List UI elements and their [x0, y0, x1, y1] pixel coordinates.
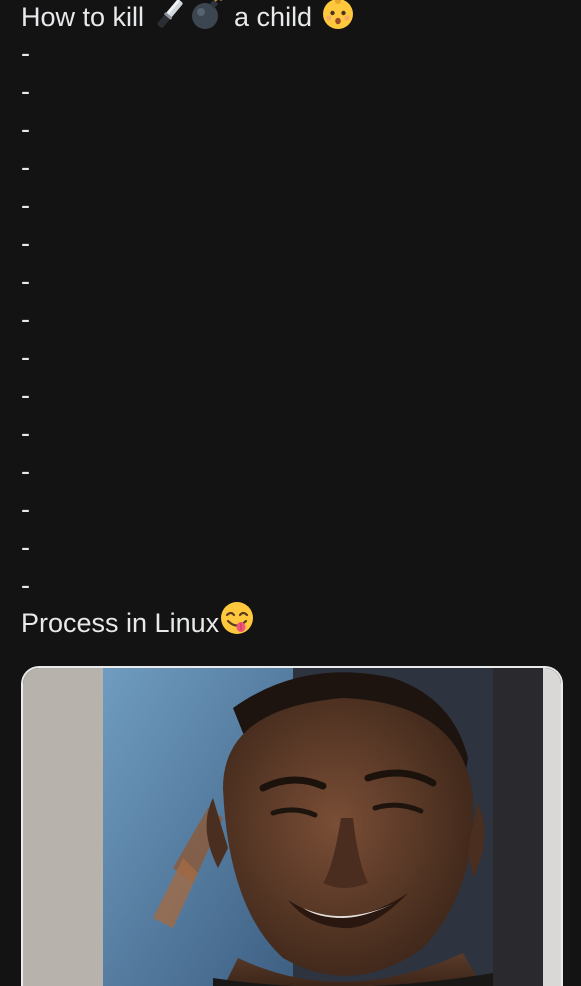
dash-line: -	[21, 494, 30, 524]
dash-line: -	[21, 152, 30, 182]
bomb-emoji-icon	[188, 0, 226, 39]
dash-line: -	[21, 38, 30, 68]
title-suffix: a child	[234, 2, 313, 32]
dash-line: -	[21, 190, 30, 220]
punchline: Process in Linux	[21, 602, 566, 642]
post-media-image[interactable]	[21, 666, 563, 986]
baby-emoji-icon	[320, 0, 356, 39]
dash-line: -	[21, 76, 30, 106]
post-title-line: How to kill a child	[21, 0, 566, 34]
dash-line: -	[21, 342, 30, 372]
dash-line: -	[21, 456, 30, 486]
dash-list: - - - - - - - - - - - - - - -	[21, 34, 566, 604]
dash-line: -	[21, 570, 30, 600]
dash-line: -	[21, 266, 30, 296]
dash-line: -	[21, 380, 30, 410]
dash-line: -	[21, 418, 30, 448]
reaction-photo	[23, 668, 561, 986]
dash-line: -	[21, 532, 30, 562]
post-body: How to kill a child - - - - - - - - - - …	[21, 0, 566, 642]
knife-emoji-icon	[152, 0, 188, 39]
punchline-text: Process in Linux	[21, 608, 220, 638]
dash-line: -	[21, 114, 30, 144]
dash-line: -	[21, 228, 30, 258]
title-text: How to kill	[21, 2, 145, 32]
face-savoring-food-emoji-icon	[219, 600, 255, 646]
dash-line: -	[21, 304, 30, 334]
